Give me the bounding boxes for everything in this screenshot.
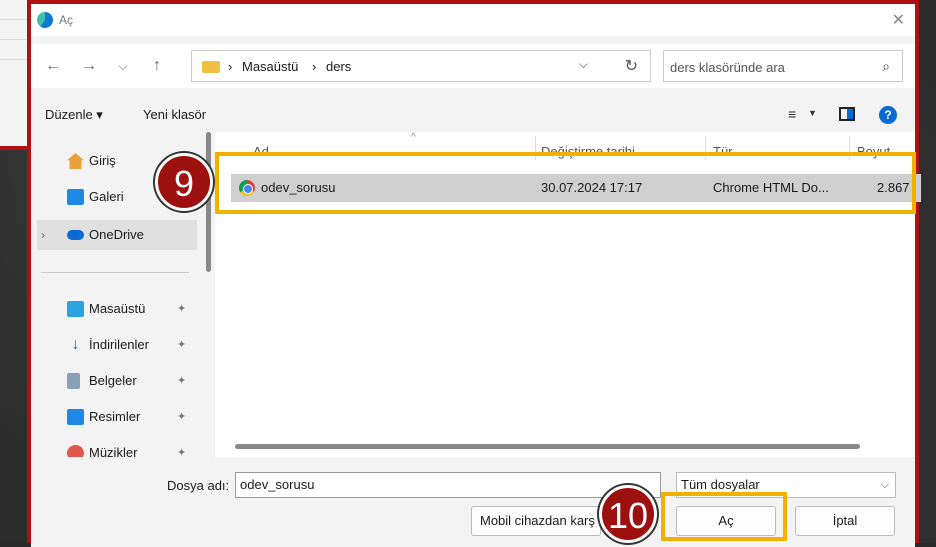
forward-arrow-icon[interactable]: → <box>77 54 101 78</box>
new-folder-button[interactable]: Yeni klasör <box>143 107 206 122</box>
search-input[interactable]: ders klasöründe ara ⌕ <box>663 50 903 82</box>
pin-icon: ✦ <box>177 411 187 423</box>
home-icon <box>67 153 84 169</box>
help-icon[interactable]: ? <box>879 106 897 124</box>
gallery-icon <box>67 189 84 205</box>
step-10-highlight <box>661 492 787 541</box>
desktop-icon <box>67 301 84 317</box>
sidebar-item-label: Belgeler <box>89 373 137 388</box>
address-bar[interactable]: › Masaüstü › ders ⌵ ↻ <box>191 50 651 82</box>
refresh-icon[interactable]: ↻ <box>625 56 638 76</box>
sidebar-item-label: OneDrive <box>89 227 144 242</box>
search-icon[interactable]: ⌕ <box>882 58 890 75</box>
sidebar-item-label: Masaüstü <box>89 301 146 316</box>
sort-ascending-icon: ^ <box>411 132 416 143</box>
filetype-value: Tüm dosyalar <box>681 477 760 492</box>
chevron-down-icon: ⌵ <box>880 479 889 491</box>
folder-icon <box>202 61 220 73</box>
sidebar-item-documents[interactable]: Belgeler ✦ <box>37 366 197 396</box>
step-10-badge: 10 <box>599 485 657 543</box>
title-bar: Aç ✕ <box>31 4 915 36</box>
horizontal-scrollbar[interactable] <box>235 444 860 449</box>
navigation-bar: ← → ⌵ ↑ › Masaüstü › ders ⌵ ↻ ders klasö… <box>31 44 915 88</box>
view-dropdown-icon[interactable]: ▼ <box>808 108 817 118</box>
sidebar-item-pictures[interactable]: Resimler ✦ <box>37 402 197 432</box>
up-arrow-icon[interactable]: ↑ <box>145 54 169 78</box>
open-file-dialog: Aç ✕ ← → ⌵ ↑ › Masaüstü › ders ⌵ ↻ ders … <box>27 0 921 547</box>
expand-chevron-icon[interactable]: › <box>41 220 45 250</box>
sidebar-item-label: İndirilenler <box>89 337 149 352</box>
breadcrumb-desktop[interactable]: Masaüstü <box>242 59 298 74</box>
pin-icon: ✦ <box>177 447 187 457</box>
sidebar-scrollbar[interactable] <box>206 132 211 272</box>
dialog-title: Aç <box>59 13 74 27</box>
sidebar-item-downloads[interactable]: ↓ İndirilenler ✦ <box>37 330 197 360</box>
pin-icon: ✦ <box>177 339 187 351</box>
documents-icon <box>67 373 80 389</box>
sidebar-item-label: Galeri <box>89 189 124 204</box>
mobile-device-button[interactable]: Mobil cihazdan karş <box>471 506 601 536</box>
recent-locations-icon[interactable]: ⌵ <box>111 54 135 78</box>
cancel-button[interactable]: İptal <box>795 506 895 536</box>
sidebar-divider <box>41 272 189 273</box>
download-icon: ↓ <box>71 336 80 353</box>
preview-pane-icon[interactable] <box>839 107 855 121</box>
sidebar-item-label: Müzikler <box>89 445 138 457</box>
sidebar-item-label: Resimler <box>89 409 141 424</box>
music-icon <box>67 445 84 457</box>
breadcrumb-separator: › <box>312 59 317 74</box>
close-button[interactable]: ✕ <box>892 10 905 30</box>
sidebar-item-onedrive[interactable]: › OneDrive <box>37 220 197 250</box>
breadcrumb-separator: › <box>228 59 233 74</box>
sidebar-item-label: Giriş <box>89 153 116 168</box>
filename-input[interactable]: odev_sorusu <box>235 472 661 498</box>
sidebar-item-music[interactable]: Müzikler ✦ <box>37 438 197 457</box>
step-9-badge: 9 <box>155 153 213 211</box>
view-options-icon[interactable]: ≡ <box>788 106 796 122</box>
cloud-icon <box>67 230 84 240</box>
filename-label: Dosya adı: <box>167 478 230 493</box>
search-placeholder: ders klasöründe ara <box>670 60 785 75</box>
command-bar: Düzenle ▾ Yeni klasör ≡ ▼ ? <box>31 96 915 130</box>
back-arrow-icon[interactable]: ← <box>41 54 65 78</box>
pin-icon: ✦ <box>177 303 187 315</box>
edge-icon <box>37 12 53 28</box>
pictures-icon <box>67 409 84 425</box>
breadcrumb-ders[interactable]: ders <box>326 59 351 74</box>
sidebar-item-desktop[interactable]: Masaüstü ✦ <box>37 294 197 324</box>
organize-menu-button[interactable]: Düzenle ▾ <box>45 107 103 123</box>
step-9-highlight <box>215 152 916 214</box>
address-dropdown-icon[interactable]: ⌵ <box>579 57 588 72</box>
pin-icon: ✦ <box>177 375 187 387</box>
